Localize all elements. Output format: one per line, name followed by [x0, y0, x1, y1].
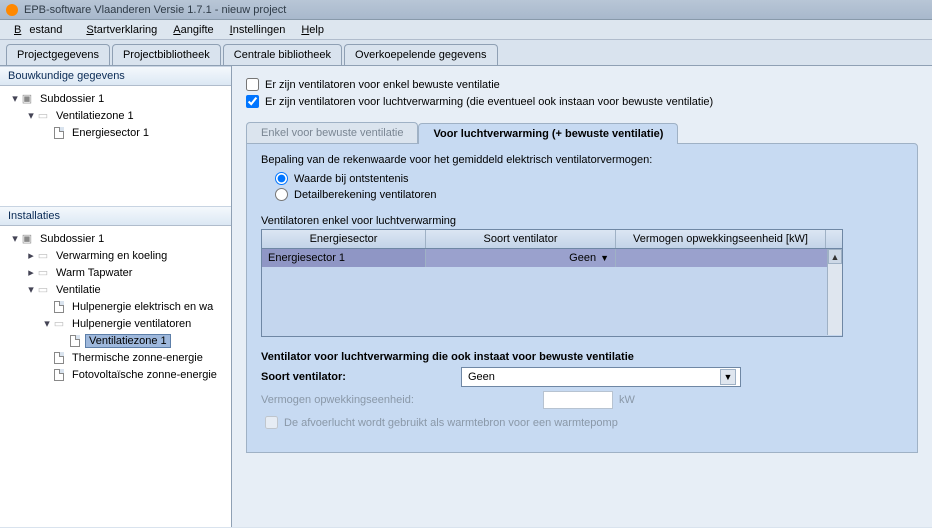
tree-collapse-icon[interactable]: ▾	[10, 232, 20, 245]
menu-aangifte[interactable]: Aangifte	[165, 22, 221, 38]
tree-node-verwarming[interactable]: ▸ ▭ Verwarming en koeling	[4, 247, 227, 264]
tree-node-warm-tapwater[interactable]: ▸ ▭ Warm Tapwater	[4, 264, 227, 281]
document-icon	[52, 369, 66, 381]
select-soort-ventilator[interactable]: Geen ▼	[461, 367, 741, 387]
subpanel-luchtverwarming: Bepaling van de rekenwaarde voor het gem…	[246, 143, 918, 453]
input-vermogen[interactable]	[543, 391, 613, 409]
window-titlebar: EPB-software Vlaanderen Versie 1.7.1 - n…	[0, 0, 932, 20]
th-vermogen[interactable]: Vermogen opwekkingseenheid [kW]	[616, 230, 826, 248]
heading-bepaling: Bepaling van de rekenwaarde voor het gem…	[261, 154, 903, 166]
tree-collapse-icon[interactable]: ▾	[26, 283, 36, 296]
sub-tabstrip: Enkel voor bewuste ventilatie Voor lucht…	[246, 122, 918, 143]
tree-bouwkundige: ▾ ▣ Subdossier 1 ▾ ▭ Ventilatiezone 1 En…	[0, 86, 231, 206]
table-scrollbar[interactable]: ▲	[827, 249, 842, 335]
label-soort-ventilator: Soort ventilator:	[261, 371, 461, 383]
tree-node-ventilatiezone1-b[interactable]: Ventilatiezone 1	[4, 332, 227, 349]
tree-expand-icon[interactable]: ▸	[26, 249, 36, 262]
checkbox-luchtverwarming[interactable]: Er zijn ventilatoren voor luchtverwarmin…	[246, 95, 918, 108]
radio-detailberekening[interactable]: Detailberekening ventilatoren	[261, 188, 903, 201]
menu-bestand[interactable]: Bestand	[6, 22, 78, 38]
selected-tree-label: Ventilatiezone 1	[85, 334, 171, 348]
ventilatoren-table: Energiesector Soort ventilator Vermogen …	[261, 229, 843, 337]
menubar: Bestand Startverklaring Aangifte Instell…	[0, 20, 932, 40]
menu-help[interactable]: Help	[293, 22, 332, 38]
folder-icon: ▣	[20, 93, 34, 105]
radio-waarde-ontstentenis-input[interactable]	[275, 172, 288, 185]
document-icon	[52, 301, 66, 313]
scroll-up-icon[interactable]: ▲	[828, 249, 842, 264]
tab-projectgegevens[interactable]: Projectgegevens	[6, 44, 110, 65]
folder-icon: ▭	[36, 110, 50, 122]
th-soort-ventilator[interactable]: Soort ventilator	[426, 230, 616, 248]
folder-icon: ▭	[36, 267, 50, 279]
cell-energiesector: Energiesector 1	[262, 249, 426, 267]
main-tabstrip: Projectgegevens Projectbibliotheek Centr…	[0, 40, 932, 65]
section-title-ventilatoren: Ventilatoren enkel voor luchtverwarming	[261, 215, 903, 227]
tree-node-hulp-ventilatoren[interactable]: ▾ ▭ Hulpenergie ventilatoren	[4, 315, 227, 332]
table-row[interactable]: Energiesector 1 Geen ▼	[262, 249, 842, 267]
tree-node-subdossier1[interactable]: ▾ ▣ Subdossier 1	[4, 90, 227, 107]
tree-expand-icon[interactable]: ▸	[26, 266, 36, 279]
menu-instellingen[interactable]: Instellingen	[222, 22, 294, 38]
cell-soort-ventilator[interactable]: Geen ▼	[426, 249, 616, 267]
document-icon	[52, 127, 66, 139]
checkbox-luchtverwarming-input[interactable]	[246, 95, 259, 108]
tree-node-hulp-elektrisch[interactable]: Hulpenergie elektrisch en wa	[4, 298, 227, 315]
checkbox-enkel-bewuste-input[interactable]	[246, 78, 259, 91]
subtab-enkel-bewuste[interactable]: Enkel voor bewuste ventilatie	[246, 122, 418, 143]
document-icon	[52, 352, 66, 364]
checkbox-afvoerlucht-input	[265, 416, 278, 429]
folder-icon: ▭	[36, 250, 50, 262]
subtab-luchtverwarming[interactable]: Voor luchtverwarming (+ bewuste ventilat…	[418, 123, 678, 144]
table-header: Energiesector Soort ventilator Vermogen …	[262, 230, 842, 249]
tree-node-ventilatiezone1[interactable]: ▾ ▭ Ventilatiezone 1	[4, 107, 227, 124]
checkbox-enkel-bewuste[interactable]: Er zijn ventilatoren voor enkel bewuste …	[246, 78, 918, 91]
tab-overkoepelende-gegevens[interactable]: Overkoepelende gegevens	[344, 44, 497, 65]
tree-collapse-icon[interactable]: ▾	[42, 317, 52, 330]
dropdown-arrow-icon[interactable]: ▼	[720, 369, 736, 385]
unit-kw: kW	[619, 394, 635, 406]
panel-header-bouwkundige: Bouwkundige gegevens	[0, 66, 231, 86]
cell-vermogen	[616, 249, 842, 267]
tab-projectbibliotheek[interactable]: Projectbibliotheek	[112, 44, 221, 65]
folder-icon: ▭	[52, 318, 66, 330]
section-title-ventilator-bewuste: Ventilator voor luchtverwarming die ook …	[261, 351, 903, 363]
window-title: EPB-software Vlaanderen Versie 1.7.1 - n…	[24, 4, 286, 16]
app-icon	[6, 4, 18, 16]
th-energiesector[interactable]: Energiesector	[262, 230, 426, 248]
tab-centrale-bibliotheek[interactable]: Centrale bibliotheek	[223, 44, 342, 65]
tree-installaties: ▾ ▣ Subdossier 1 ▸ ▭ Verwarming en koeli…	[0, 226, 231, 527]
tree-collapse-icon[interactable]: ▾	[10, 92, 20, 105]
tree-node-energiesector1[interactable]: Energiesector 1	[4, 124, 227, 141]
menu-startverklaring[interactable]: Startverklaring	[78, 22, 165, 38]
radio-detailberekening-input[interactable]	[275, 188, 288, 201]
checkbox-afvoerlucht: De afvoerlucht wordt gebruikt als warmte…	[261, 413, 903, 432]
tree-node-subdossier1-b[interactable]: ▾ ▣ Subdossier 1	[4, 230, 227, 247]
dropdown-arrow-icon[interactable]: ▼	[600, 253, 609, 263]
tree-node-ventilatie[interactable]: ▾ ▭ Ventilatie	[4, 281, 227, 298]
tree-node-thermische[interactable]: Thermische zonne-energie	[4, 349, 227, 366]
tree-node-fotovoltaische[interactable]: Fotovoltaïsche zonne-energie	[4, 366, 227, 383]
tree-collapse-icon[interactable]: ▾	[26, 109, 36, 122]
panel-header-installaties: Installaties	[0, 206, 231, 226]
radio-waarde-ontstentenis[interactable]: Waarde bij ontstentenis	[261, 172, 903, 185]
folder-icon: ▭	[36, 284, 50, 296]
label-vermogen: Vermogen opwekkingseenheid:	[261, 394, 461, 406]
folder-icon: ▣	[20, 233, 34, 245]
th-scroll-gap	[826, 230, 842, 248]
document-icon	[68, 335, 82, 347]
